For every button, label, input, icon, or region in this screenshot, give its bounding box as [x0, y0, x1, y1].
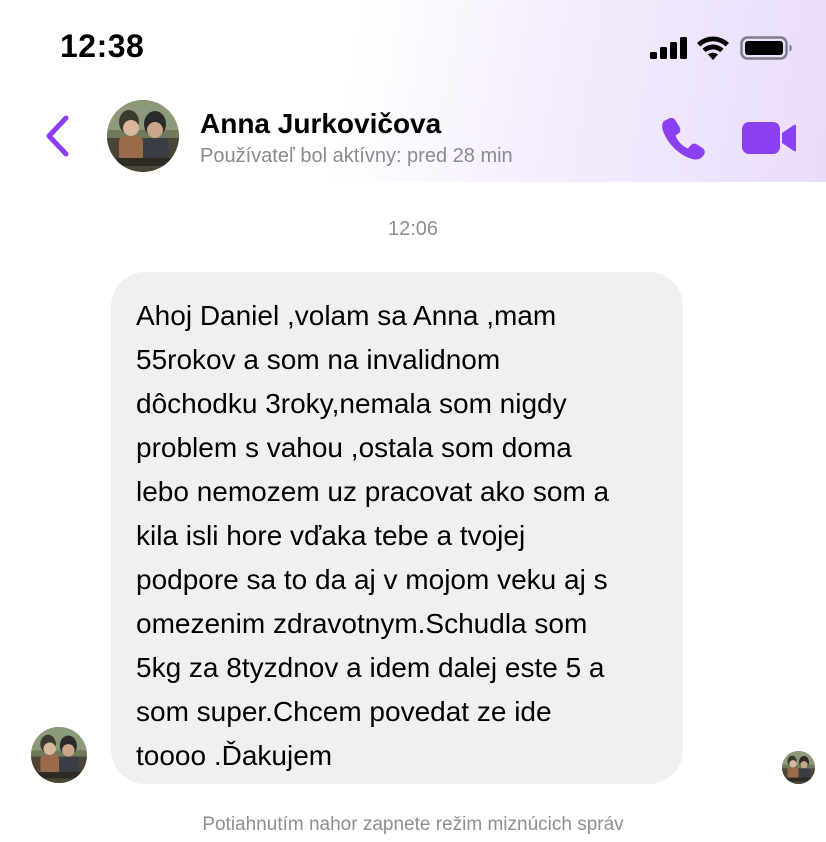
phone-icon: [662, 117, 705, 160]
message-text: Ahoj Daniel ,volam sa Anna ,mam 55rokov …: [136, 300, 610, 771]
vanish-mode-hint: Potiahnutím nahor zapnete režim miznúcic…: [202, 814, 624, 835]
wifi-icon: [696, 35, 730, 61]
message-timestamp: 12:06: [387, 218, 439, 240]
chat-header: Anna Jurkovičova Používateľ bol aktívny:…: [0, 90, 826, 182]
video-call-button[interactable]: [740, 120, 798, 156]
chevron-left-icon: [46, 115, 69, 157]
sender-avatar[interactable]: [31, 727, 87, 783]
back-button[interactable]: [40, 112, 76, 160]
battery-icon: [740, 35, 796, 61]
audio-call-button[interactable]: [660, 116, 706, 160]
contact-avatar[interactable]: [107, 100, 179, 172]
cellular-signal-icon: [650, 37, 690, 59]
contact-activity-status: Používateľ bol aktívny: pred 28 min: [200, 145, 513, 167]
contact-name[interactable]: Anna Jurkovičova: [200, 108, 441, 140]
status-icons: [650, 33, 800, 63]
status-bar: 12:38: [0, 0, 826, 90]
read-receipt-avatar: [782, 751, 815, 784]
status-time: 12:38: [60, 28, 145, 64]
video-camera-icon: [742, 122, 796, 154]
message-bubble[interactable]: Ahoj Daniel ,volam sa Anna ,mam 55rokov …: [111, 272, 683, 784]
